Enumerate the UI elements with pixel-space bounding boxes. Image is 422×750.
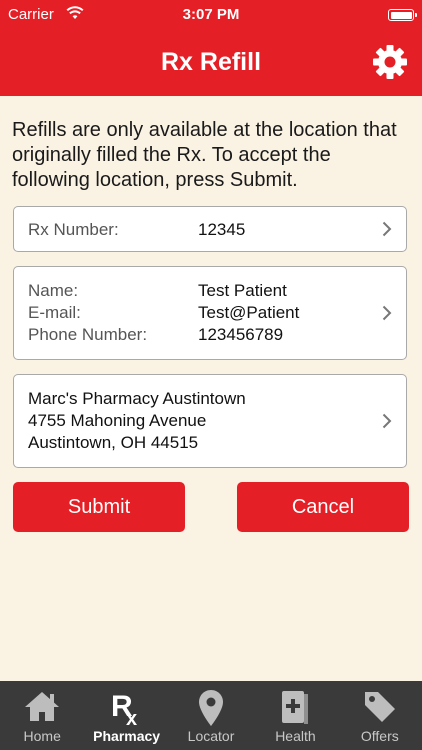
tab-home-label: Home xyxy=(23,728,61,744)
chevron-right-icon xyxy=(382,413,392,429)
pharmacy-address: 4755 Mahoning Avenue xyxy=(28,411,207,430)
tag-icon xyxy=(364,692,395,722)
chevron-right-icon xyxy=(382,305,392,321)
chevron-right-icon xyxy=(382,221,392,237)
home-icon xyxy=(25,692,60,721)
tab-locator[interactable]: Locator xyxy=(169,681,253,750)
gear-icon[interactable] xyxy=(372,44,408,80)
name-value: Test Patient xyxy=(198,281,287,300)
submit-button[interactable]: Submit xyxy=(13,482,185,532)
status-time: 3:07 PM xyxy=(182,6,240,23)
rx-number-row[interactable]: Rx Number: 12345 xyxy=(13,206,407,252)
status-bar: Carrier 3:07 PM xyxy=(0,0,422,30)
pharmacy-name: Marc's Pharmacy Austintown xyxy=(28,389,246,408)
battery-icon xyxy=(388,9,417,21)
tab-pharmacy[interactable]: R x Pharmacy xyxy=(84,681,168,750)
tab-health[interactable]: Health xyxy=(253,681,337,750)
nav-bar: Rx Refill xyxy=(0,30,422,96)
pharmacy-city: Austintown, OH 44515 xyxy=(28,433,199,452)
tab-bar: Home R x Pharmacy Locator Health Offers xyxy=(0,681,422,750)
name-label: Name: xyxy=(28,281,79,300)
pharmacy-location-row[interactable]: Marc's Pharmacy Austintown 4755 Mahoning… xyxy=(13,374,407,468)
tab-offers-label: Offers xyxy=(360,728,399,744)
patient-info-row[interactable]: Name: Test Patient E-mail: Test@Patient … xyxy=(13,266,407,360)
email-value: Test@Patient xyxy=(198,303,300,322)
svg-text:x: x xyxy=(126,708,137,727)
rx-number-value: 12345 xyxy=(198,220,246,239)
refill-instructions: Refills are only available at the locati… xyxy=(12,119,397,191)
phone-label: Phone Number: xyxy=(28,325,148,344)
book-icon xyxy=(282,691,309,724)
cancel-button[interactable]: Cancel xyxy=(237,482,409,532)
tab-offers[interactable]: Offers xyxy=(338,681,422,750)
rx-icon: R x xyxy=(111,690,137,727)
tab-pharmacy-label: Pharmacy xyxy=(93,728,161,744)
tab-health-label: Health xyxy=(275,728,316,744)
tab-home[interactable]: Home xyxy=(0,681,84,750)
location-pin-icon xyxy=(199,690,224,726)
page-title: Rx Refill xyxy=(160,48,262,76)
phone-value: 123456789 xyxy=(198,325,284,344)
tab-locator-label: Locator xyxy=(187,728,235,744)
email-label: E-mail: xyxy=(28,303,81,322)
rx-number-label: Rx Number: xyxy=(28,220,119,239)
